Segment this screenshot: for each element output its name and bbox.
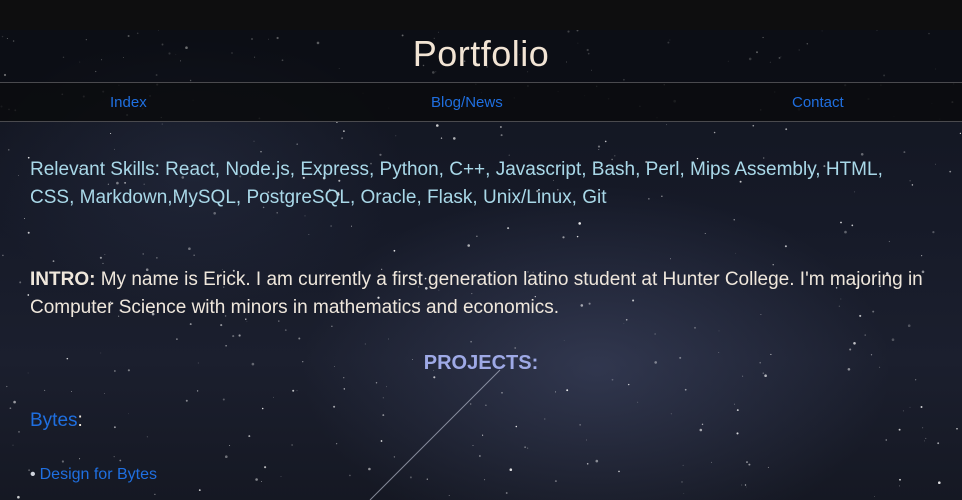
intro-text: My name is Erick. I am currently a first… [30,269,923,318]
page-body: Portfolio Index Blog/News Contact Releva… [0,30,962,500]
nav-link-blog-news[interactable]: Blog/News [431,94,503,111]
project-group-colon: : [77,410,83,431]
page-title: Portfolio [412,33,550,74]
intro-paragraph: INTRO: My name is Erick. I am currently … [30,266,950,322]
nav-link-index[interactable]: Index [110,94,147,111]
browser-top-bar [0,0,962,30]
project-group-heading: Bytes: [30,410,83,432]
nav-bar: Index Blog/News Contact [0,82,962,122]
list-item: • Design for Bytes [30,466,157,484]
header: Portfolio [0,30,962,82]
project-group-link-bytes[interactable]: Bytes [30,410,78,431]
project-link-design-for-bytes[interactable]: Design for Bytes [40,466,157,483]
skills-text: Relevant Skills: React, Node.js, Express… [30,159,883,208]
nav-link-contact[interactable]: Contact [792,94,844,111]
projects-heading: PROJECTS: [423,352,539,374]
intro-label: INTRO: [30,269,96,290]
bullet-icon: • [30,466,36,483]
